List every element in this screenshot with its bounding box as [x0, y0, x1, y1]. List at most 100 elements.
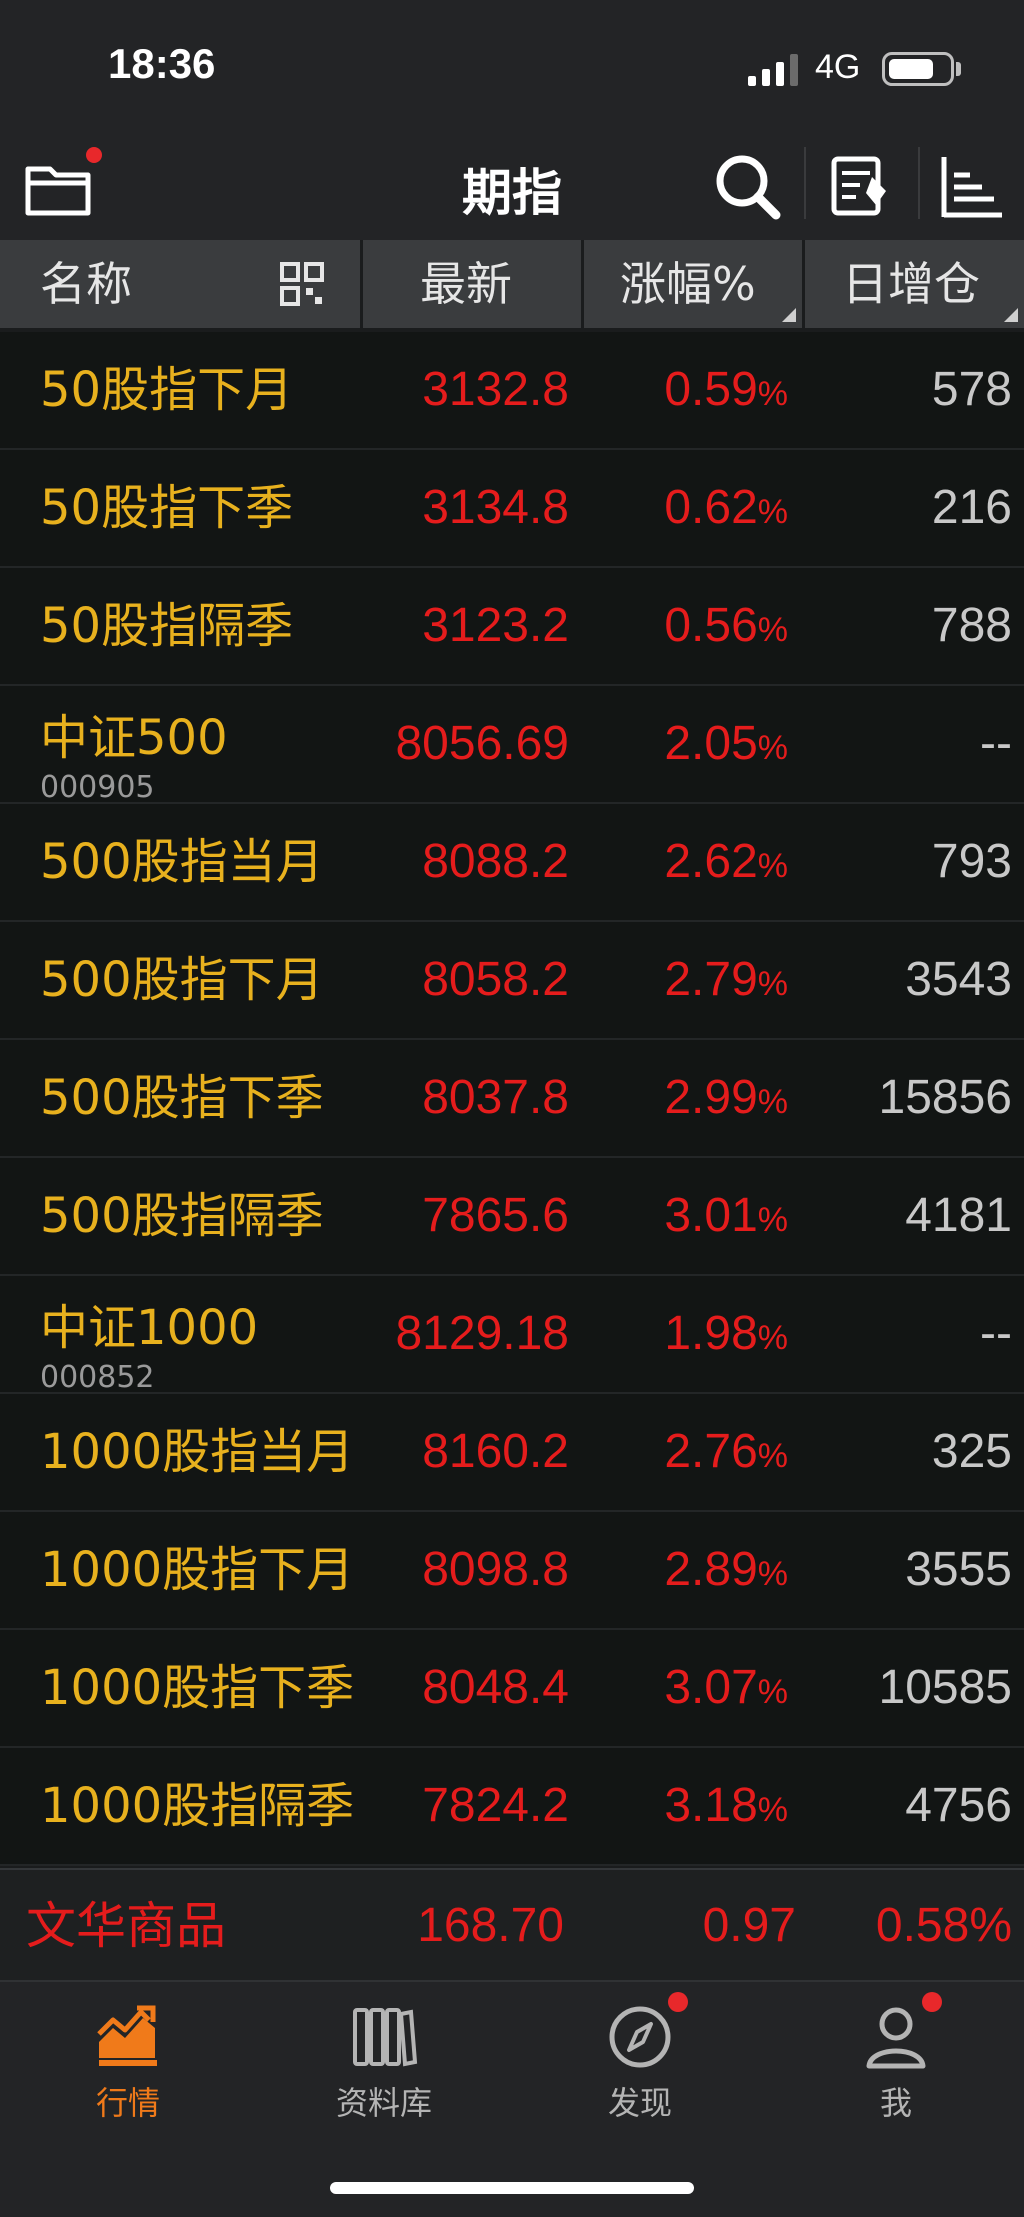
contract-code: 000905: [40, 770, 155, 805]
daily-oi-change: 3555: [905, 1543, 1012, 1596]
quote-row[interactable]: 中证1000 000852 8129.18 1.98% --: [0, 1276, 1024, 1395]
latest-price: 7824.2: [422, 1779, 569, 1832]
change-percent: 3.18%: [664, 1748, 788, 1864]
nav-bar: 期指: [0, 135, 1024, 240]
contract-name: 500股指下月: [40, 922, 324, 1038]
change-value: 2.76: [664, 1425, 758, 1478]
contract-name-text: 1000股指下季: [40, 1660, 355, 1716]
percent-sign: %: [757, 1673, 788, 1711]
change-value: 0.56: [664, 599, 758, 652]
nav-separator: [918, 147, 920, 219]
change-percent: 2.99%: [664, 1040, 788, 1156]
column-header: 名称 最新 涨幅% 日增仓: [0, 240, 1024, 328]
contract-name-text: 50股指下季: [40, 480, 294, 536]
contract-name: 1000股指隔季: [40, 1748, 354, 1864]
quote-row[interactable]: 500股指下季 8037.8 2.99% 15856: [0, 1040, 1024, 1158]
ticker-value: 168.70: [417, 1899, 564, 1952]
percent-sign: %: [757, 729, 788, 767]
contract-name-text: 500股指下季: [40, 1070, 324, 1126]
percent-sign: %: [757, 1083, 788, 1121]
ticker-percent: 0.58%: [875, 1899, 1012, 1952]
me-badge: [922, 1992, 942, 2012]
contract-name-text: 1000股指隔季: [40, 1778, 355, 1834]
change-percent: 2.05%: [664, 686, 788, 802]
quote-row[interactable]: 50股指隔季 3123.2 0.56% 788: [0, 568, 1024, 686]
daily-oi-change: 4756: [905, 1779, 1012, 1832]
quote-row[interactable]: 50股指下月 3132.8 0.59% 578: [0, 332, 1024, 450]
battery-icon: [882, 52, 954, 86]
discover-badge: [668, 1992, 688, 2012]
contract-name-text: 500股指下月: [40, 952, 324, 1008]
tab-me[interactable]: 我: [796, 2002, 996, 2132]
quote-row[interactable]: 500股指当月 8088.2 2.62% 793: [0, 804, 1024, 922]
latest-price: 8037.8: [422, 1071, 569, 1124]
news-edit-icon[interactable]: [820, 147, 900, 227]
daily-oi-change: 793: [931, 835, 1012, 888]
percent-sign: %: [757, 1437, 788, 1475]
quote-row[interactable]: 500股指下月 8058.2 2.79% 3543: [0, 922, 1024, 1040]
change-value: 0.62: [664, 481, 758, 534]
battery-tip: [956, 62, 961, 76]
contract-name-text: 500股指当月: [40, 834, 324, 890]
contract-name: 中证1000 000852: [40, 1288, 258, 1404]
index-ticker[interactable]: 文华商品 168.70 0.97 0.58%: [0, 1868, 1024, 1980]
change-value: 3.18: [664, 1779, 758, 1832]
nav-separator: [804, 147, 806, 219]
quote-row[interactable]: 1000股指下月 8098.8 2.89% 3555: [0, 1512, 1024, 1630]
ticker-change: 0.97: [702, 1899, 796, 1952]
search-icon[interactable]: [708, 147, 788, 227]
col-change[interactable]: 涨幅%: [620, 240, 756, 328]
contract-name: 1000股指当月: [40, 1394, 354, 1510]
quote-row[interactable]: 500股指隔季 7865.6 3.01% 4181: [0, 1158, 1024, 1276]
quote-row[interactable]: 50股指下季 3134.8 0.62% 216: [0, 450, 1024, 568]
change-percent: 2.62%: [664, 804, 788, 920]
change-percent: 3.01%: [664, 1158, 788, 1274]
quote-row[interactable]: 中证500 000905 8056.69 2.05% --: [0, 686, 1024, 805]
latest-price: 8160.2: [422, 1425, 569, 1478]
change-value: 2.62: [664, 835, 758, 888]
col-oi[interactable]: 日增仓: [842, 240, 980, 328]
change-value: 3.07: [664, 1661, 758, 1714]
col-name[interactable]: 名称: [40, 240, 132, 328]
battery-fill: [889, 59, 933, 79]
tab-discover[interactable]: 发现: [540, 2002, 740, 2132]
sort-list-icon[interactable]: [930, 147, 1010, 227]
percent-sign: %: [757, 1555, 788, 1593]
sort-indicator-icon: [782, 308, 796, 322]
tab-label: 我: [879, 2084, 912, 2122]
contract-name-text: 中证500: [40, 710, 228, 766]
quote-row[interactable]: 1000股指隔季 7824.2 3.18% 4756: [0, 1748, 1024, 1866]
daily-oi-change: --: [980, 1307, 1012, 1360]
latest-price: 8056.69: [395, 717, 569, 770]
change-percent: 2.79%: [664, 922, 788, 1038]
contract-name: 中证500 000905: [40, 698, 228, 814]
change-percent: 2.89%: [664, 1512, 788, 1628]
daily-oi-change: 578: [931, 363, 1012, 416]
contract-name: 50股指下月: [40, 332, 293, 448]
latest-price: 8048.4: [422, 1661, 569, 1714]
contract-name: 500股指隔季: [40, 1158, 324, 1274]
status-bar: 18:36 4G: [0, 0, 1024, 135]
change-value: 1.98: [664, 1307, 758, 1360]
signal-icon: [748, 54, 798, 86]
quote-row[interactable]: 1000股指当月 8160.2 2.76% 325: [0, 1394, 1024, 1512]
col-latest[interactable]: 最新: [420, 240, 512, 328]
contract-name-text: 500股指隔季: [40, 1188, 324, 1244]
change-value: 3.01: [664, 1189, 758, 1242]
change-percent: 0.62%: [664, 450, 788, 566]
sort-indicator-icon: [1004, 308, 1018, 322]
daily-oi-change: 10585: [878, 1661, 1012, 1714]
home-indicator[interactable]: [330, 2182, 694, 2194]
daily-oi-change: 4181: [905, 1189, 1012, 1242]
percent-sign: %: [757, 493, 788, 531]
person-icon: [866, 2007, 926, 2069]
change-value: 2.89: [664, 1543, 758, 1596]
daily-oi-change: 3543: [905, 953, 1012, 1006]
percent-sign: %: [757, 611, 788, 649]
quote-row[interactable]: 1000股指下季 8048.4 3.07% 10585: [0, 1630, 1024, 1748]
change-percent: 2.76%: [664, 1394, 788, 1510]
contract-name-text: 50股指下月: [40, 362, 294, 418]
tab-quotes[interactable]: 行情: [28, 2002, 228, 2132]
tab-library[interactable]: 资料库: [284, 2002, 484, 2132]
qr-code-icon[interactable]: [278, 260, 326, 308]
